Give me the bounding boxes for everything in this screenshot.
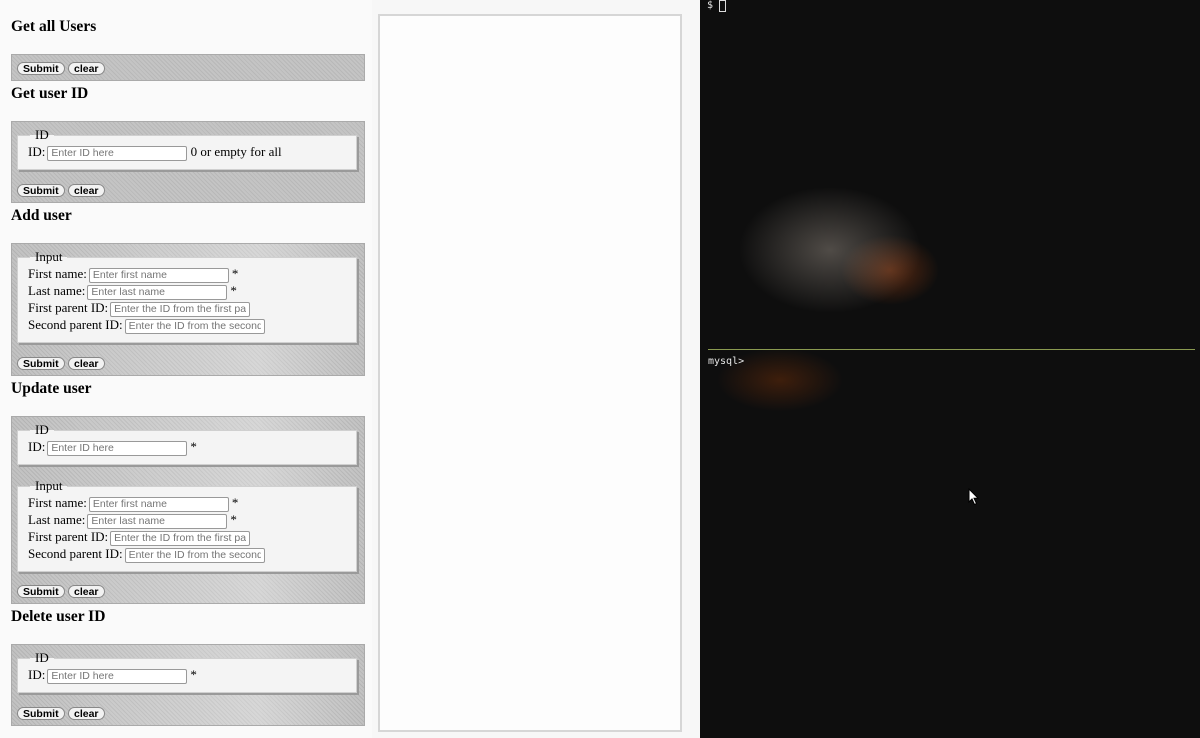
delete-id-label: ID: [28, 667, 46, 682]
get-user-id-title: Get user ID [11, 85, 89, 102]
update-id-input[interactable] [47, 440, 188, 456]
add-submit-button[interactable]: Submit [17, 357, 65, 370]
get-all-users-panel: Submit clear [11, 54, 365, 81]
add-last-label: Last name: [28, 283, 86, 298]
get-id-hint: 0 or empty for all [190, 144, 282, 159]
update-id-label: ID: [28, 439, 46, 454]
add-parent2-label: Second parent ID: [28, 317, 123, 332]
get-id-input[interactable] [47, 145, 188, 161]
shell-prompt: $ [707, 0, 714, 11]
add-first-required: * [231, 266, 239, 281]
mouse-pointer-icon [968, 488, 980, 506]
update-parent1-row: First parent ID: [28, 528, 356, 546]
add-last-required: * [230, 283, 237, 298]
update-user-title: Update user [11, 380, 92, 397]
update-parent2-label: Second parent ID: [28, 546, 123, 561]
get-id-clear-button[interactable]: clear [68, 184, 105, 197]
update-first-required: * [231, 495, 239, 510]
add-parent1-row: First parent ID: [28, 299, 356, 317]
delete-user-title: Delete user ID [11, 608, 106, 625]
update-parent2-row: Second parent ID: [28, 545, 356, 563]
update-first-parent-input[interactable] [110, 530, 251, 546]
delete-id-input[interactable] [47, 668, 188, 684]
update-parent1-label: First parent ID: [28, 529, 109, 544]
add-user-title: Add user [11, 207, 72, 224]
add-parent2-row: Second parent ID: [28, 316, 356, 334]
update-id-row: ID: * [28, 438, 356, 456]
add-user-panel: Input First name: * Last name: * First par… [11, 243, 365, 376]
add-first-label: First name: [28, 266, 87, 281]
add-first-row: First name: * [28, 265, 356, 283]
add-parent1-label: First parent ID: [28, 300, 109, 315]
get-all-clear-button[interactable]: clear [68, 62, 105, 75]
terminal-window[interactable] [700, 0, 1200, 738]
delete-id-legend: ID [35, 650, 49, 665]
delete-user-panel: ID ID: * Submit clear [11, 644, 365, 726]
update-clear-button[interactable]: clear [68, 585, 105, 598]
update-last-name-input[interactable] [87, 513, 228, 529]
delete-id-row: ID: * [28, 666, 356, 684]
output-frame[interactable] [378, 14, 682, 732]
add-second-parent-input[interactable] [124, 318, 265, 334]
delete-clear-button[interactable]: clear [68, 707, 105, 720]
update-first-name-input[interactable] [88, 496, 229, 512]
get-all-submit-button[interactable]: Submit [17, 62, 65, 75]
delete-submit-button[interactable]: Submit [17, 707, 65, 720]
get-id-submit-button[interactable]: Submit [17, 184, 65, 197]
update-input-legend: Input [35, 478, 63, 493]
update-id-required: * [190, 439, 197, 454]
get-all-users-title: Get all Users [11, 18, 97, 35]
update-user-panel: ID ID: * Input First name: * Last name: * F… [11, 416, 365, 604]
delete-id-required: * [190, 667, 197, 682]
mysql-prompt: mysql> [708, 356, 745, 367]
update-first-label: First name: [28, 495, 87, 510]
terminal-cursor [719, 0, 726, 12]
update-submit-button[interactable]: Submit [17, 585, 65, 598]
delete-id-fieldset: ID ID: * [17, 650, 357, 693]
pane-divider[interactable] [708, 349, 1195, 350]
add-last-name-input[interactable] [87, 284, 228, 300]
get-user-id-panel: ID ID: 0 or empty for all Submit clear [11, 121, 365, 203]
form-column: Get all Users Submit clear Get user ID I… [0, 0, 372, 738]
get-id-fieldset: ID ID: 0 or empty for all [17, 127, 357, 170]
add-first-parent-input[interactable] [110, 301, 251, 317]
add-first-name-input[interactable] [88, 267, 229, 283]
update-id-fieldset: ID ID: * [17, 422, 357, 465]
update-last-required: * [230, 512, 237, 527]
get-id-legend: ID [35, 127, 49, 142]
add-last-row: Last name: * [28, 282, 356, 300]
update-id-legend: ID [35, 422, 49, 437]
update-last-row: Last name: * [28, 511, 356, 529]
get-id-label: ID: [28, 144, 46, 159]
get-id-row: ID: 0 or empty for all [28, 143, 356, 161]
add-clear-button[interactable]: clear [68, 357, 105, 370]
update-input-fieldset: Input First name: * Last name: * First par… [17, 478, 357, 572]
add-input-legend: Input [35, 249, 63, 264]
update-second-parent-input[interactable] [124, 547, 265, 563]
update-last-label: Last name: [28, 512, 86, 527]
add-input-fieldset: Input First name: * Last name: * First par… [17, 249, 357, 343]
update-first-row: First name: * [28, 494, 356, 512]
